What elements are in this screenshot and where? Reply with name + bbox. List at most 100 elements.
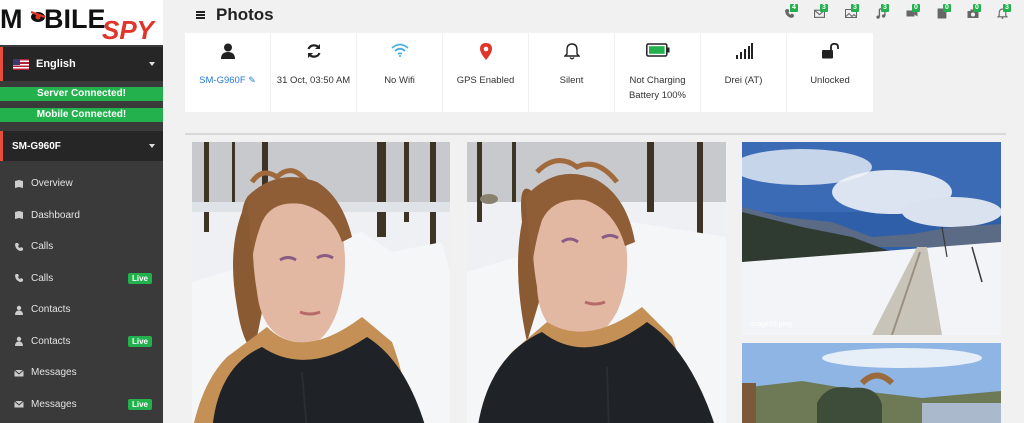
pencil-edit-icon[interactable]: ✎ [248,75,256,85]
phone-icon [13,273,24,284]
sidebar-item-label: Calls [31,272,54,284]
user-icon [13,304,24,315]
sidebar-item-contacts-live[interactable]: Contacts Live [0,326,163,358]
device-selector[interactable]: SM-G960F [0,131,163,161]
device-name-link[interactable]: SM-G960F ✎ [185,75,270,86]
portrait-photo-image [467,142,726,423]
mail-icon[interactable]: 3 [814,4,832,22]
phone-icon [13,241,24,252]
device-status-panel: SM-G960F ✎ 31 Oct, 03:50 AM No Wifi GPS … [185,33,873,112]
music-icon[interactable]: 3 [875,4,893,22]
caret-down-icon [149,62,155,66]
sidebar-item-label: Messages [31,398,77,410]
logo-letters-spy: SPY [102,15,155,45]
sidebar-item-label: Overview [31,178,73,190]
landscape-photo-image [742,142,1001,335]
battery-full-icon [615,43,700,61]
sidebar-item-dashboard[interactable]: Dashboard [0,200,163,232]
count-badge: 4 [790,4,798,12]
refresh-icon[interactable] [271,43,356,61]
book-icon [13,210,24,221]
count-badge: 3 [851,4,859,12]
sidebar-item-label: Dashboard [31,209,80,221]
network-carrier: Drei (AT) [724,75,763,86]
charging-status: Not Charging [629,75,686,86]
count-badge: 3 [881,4,889,12]
wifi-cell: No Wifi [357,33,443,112]
sound-cell: Silent [529,33,615,112]
device-name: SM-G960F [199,75,246,86]
server-connected-status: Server Connected! [0,87,163,101]
count-badge: 0 [912,4,920,12]
hamburger-menu-icon[interactable] [196,11,205,19]
count-badge: 0 [973,4,981,12]
envelope-icon [13,367,24,378]
camera-icon[interactable]: 0 [967,4,985,22]
lock-status: Unlocked [810,75,850,86]
sound-status: Silent [559,75,584,86]
count-badge: 0 [943,4,951,12]
battery-level: Battery 100% [628,90,687,101]
last-sync-time: 31 Oct, 03:50 AM [276,75,351,86]
signal-bars-icon [701,43,786,61]
mobilespy-logo[interactable]: M BILE SPY [0,0,163,45]
page-title: Photos [216,5,274,24]
document-icon[interactable]: 0 [937,4,955,22]
battery-cell: Not Charging Battery 100% [615,33,701,112]
top-header: Photos 4 3 3 3 0 0 0 3 [163,0,1024,32]
photo-thumbnail[interactable] [742,343,1001,423]
wifi-icon [357,43,442,61]
photo-thumbnail[interactable]: image13.jpeg [742,142,1001,335]
caret-down-icon [149,144,155,148]
logo-letters-bile: BILE [44,4,106,34]
us-flag-icon [13,58,29,70]
sidebar-item-calls[interactable]: Calls [0,231,163,263]
logo-letter-m: M [0,4,23,34]
sidebar-item-messages[interactable]: Messages [0,357,163,389]
bell-icon [529,43,614,61]
video-icon[interactable]: 0 [906,4,924,22]
user-icon [185,43,270,61]
lock-cell: Unlocked [787,33,873,112]
user-icon [13,336,24,347]
sidebar-item-label: Calls [31,241,54,253]
sidebar-item-label: Contacts [31,304,71,316]
divider [185,133,1006,135]
live-badge: Live [127,272,152,284]
network-cell: Drei (AT) [701,33,787,112]
sidebar-nav: Overview Dashboard Calls Calls Live Cont… [0,168,163,420]
sidebar-item-messages-live[interactable]: Messages Live [0,389,163,421]
live-badge: Live [127,398,152,410]
live-badge: Live [127,335,152,347]
count-badge: 3 [820,4,828,12]
wifi-status: No Wifi [384,75,415,86]
sidebar-item-overview[interactable]: Overview [0,168,163,200]
mobile-connected-status: Mobile Connected! [0,108,163,122]
photo-thumbnail[interactable] [192,142,450,423]
map-pin-icon [443,43,528,61]
language-label: English [36,58,76,70]
photo-thumbnail[interactable] [467,142,726,423]
call-log-icon[interactable]: 4 [784,4,802,22]
portrait-photo-image [192,142,450,423]
sidebar-item-contacts[interactable]: Contacts [0,294,163,326]
sync-cell: 31 Oct, 03:50 AM [271,33,357,112]
gps-cell: GPS Enabled [443,33,529,112]
book-icon [13,178,24,189]
device-label: SM-G960F [12,140,61,152]
notification-icons: 4 3 3 3 0 0 0 3 [779,4,1024,22]
count-badge: 3 [1003,4,1011,12]
device-cell: SM-G960F ✎ [185,33,271,112]
sidebar-item-calls-live[interactable]: Calls Live [0,263,163,295]
language-selector[interactable]: English [0,47,163,81]
envelope-icon [13,399,24,410]
sidebar-item-label: Contacts [31,335,71,347]
unlock-icon [787,43,873,61]
photo-caption: image13.jpeg [750,321,793,328]
sidebar-item-label: Messages [31,367,77,379]
bell-icon[interactable]: 3 [997,4,1015,22]
photos-icon[interactable]: 3 [845,4,863,22]
gps-status: GPS Enabled [456,75,515,86]
landscape-photo-image [742,343,1001,423]
sidebar: M BILE SPY English Server Connected! Mob… [0,0,163,423]
